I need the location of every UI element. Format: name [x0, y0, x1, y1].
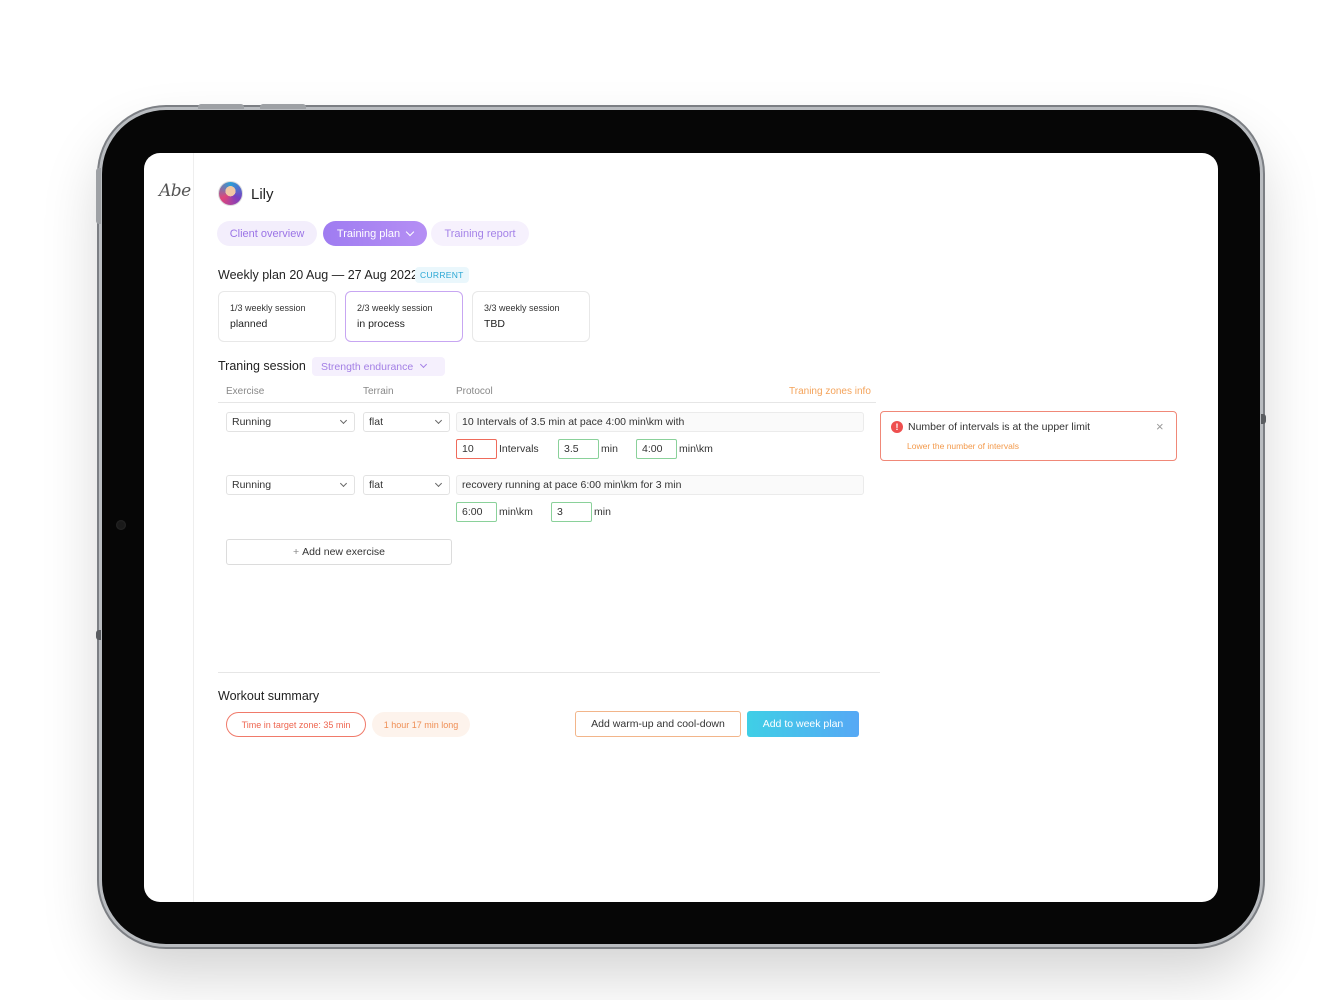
training-session-label: Traning session — [218, 359, 306, 373]
week-title: Weekly plan 20 Aug — 27 Aug 2022 — [218, 268, 418, 282]
terrain-value: flat — [369, 416, 384, 428]
tab-label: Client overview — [229, 227, 305, 240]
exercise-value: Running — [232, 479, 272, 491]
protocol-field[interactable]: 10 Intervals of 3.5 min at pace 4:00 min… — [456, 412, 864, 432]
session-label: 1/3 weekly session — [230, 303, 306, 313]
unit-label: Intervals — [499, 443, 539, 455]
side-rail: Abe — [144, 153, 194, 902]
divider — [218, 402, 876, 403]
pace-input[interactable]: 4:00 — [636, 439, 677, 459]
hardware-button — [96, 630, 101, 640]
training-zones-link[interactable]: Traning zones info — [789, 386, 871, 397]
duration-input[interactable]: 3 — [551, 502, 592, 522]
unit-label: min — [594, 506, 611, 518]
chevron-down-icon — [339, 416, 348, 425]
app-screen: Abe Lily Client overview Training plan T… — [144, 153, 1218, 902]
session-card-2[interactable]: 2/3 weekly session in process — [345, 291, 463, 342]
column-header-terrain: Terrain — [363, 386, 394, 397]
tab-label: Training report — [444, 227, 516, 240]
column-header-exercise: Exercise — [226, 386, 265, 397]
duration-input[interactable]: 3.5 — [558, 439, 599, 459]
tab-client-overview[interactable]: Client overview — [217, 221, 317, 246]
alert-subtitle: Lower the number of intervals — [907, 441, 1019, 451]
session-status: planned — [230, 318, 268, 330]
hardware-button — [1261, 414, 1266, 424]
exercise-select[interactable]: Running — [226, 412, 355, 432]
pace-input[interactable]: 6:00 — [456, 502, 497, 522]
chevron-down-icon — [434, 416, 443, 425]
terrain-value: flat — [369, 479, 384, 491]
exercise-select[interactable]: Running — [226, 475, 355, 495]
session-status: TBD — [484, 318, 505, 330]
status-badge: CURRENT — [415, 267, 469, 283]
session-label: 3/3 weekly session — [484, 303, 560, 313]
session-card-3[interactable]: 3/3 weekly session TBD — [472, 291, 590, 342]
duration-pill: 1 hour 17 min long — [372, 712, 470, 737]
add-exercise-button[interactable]: + Add new exercise — [226, 539, 452, 565]
avatar[interactable] — [218, 181, 243, 206]
close-icon[interactable]: × — [1156, 419, 1164, 434]
app-logo[interactable]: Abe — [159, 181, 191, 201]
tab-training-plan[interactable]: Training plan — [323, 221, 427, 246]
plus-icon: + — [292, 546, 300, 558]
chevron-down-icon — [420, 360, 428, 369]
session-status: in process — [357, 318, 405, 330]
chevron-down-icon — [339, 479, 348, 488]
validation-alert: ! Number of intervals is at the upper li… — [880, 411, 1177, 461]
error-icon: ! — [891, 421, 903, 433]
camera — [116, 520, 126, 530]
column-header-protocol: Protocol — [456, 386, 493, 397]
add-warmup-button[interactable]: Add warm-up and cool-down — [575, 711, 741, 737]
tab-label: Training plan — [336, 227, 401, 240]
client-name: Lily — [251, 186, 274, 203]
hardware-button — [96, 168, 101, 224]
add-to-week-plan-button[interactable]: Add to week plan — [747, 711, 859, 737]
terrain-select[interactable]: flat — [363, 475, 450, 495]
chevron-down-icon — [405, 227, 415, 236]
session-type-label: Strength endurance — [321, 360, 414, 373]
unit-label: min — [601, 443, 618, 455]
hardware-button — [260, 104, 306, 109]
add-exercise-label: Add new exercise — [302, 546, 386, 558]
target-zone-pill: Time in target zone: 35 min — [226, 712, 366, 737]
exercise-value: Running — [232, 416, 272, 428]
terrain-select[interactable]: flat — [363, 412, 450, 432]
protocol-field[interactable]: recovery running at pace 6:00 min\km for… — [456, 475, 864, 495]
unit-label: min\km — [499, 506, 533, 518]
summary-title: Workout summary — [218, 689, 320, 703]
tab-training-report[interactable]: Training report — [431, 221, 529, 246]
session-type-dropdown[interactable]: Strength endurance — [312, 357, 445, 376]
session-card-1[interactable]: 1/3 weekly session planned — [218, 291, 336, 342]
intervals-input[interactable]: 10 — [456, 439, 497, 459]
session-label: 2/3 weekly session — [357, 303, 433, 313]
divider — [218, 672, 880, 673]
unit-label: min\km — [679, 443, 713, 455]
chevron-down-icon — [434, 479, 443, 488]
hardware-button — [198, 104, 244, 109]
alert-title: Number of intervals is at the upper limi… — [908, 421, 1091, 433]
